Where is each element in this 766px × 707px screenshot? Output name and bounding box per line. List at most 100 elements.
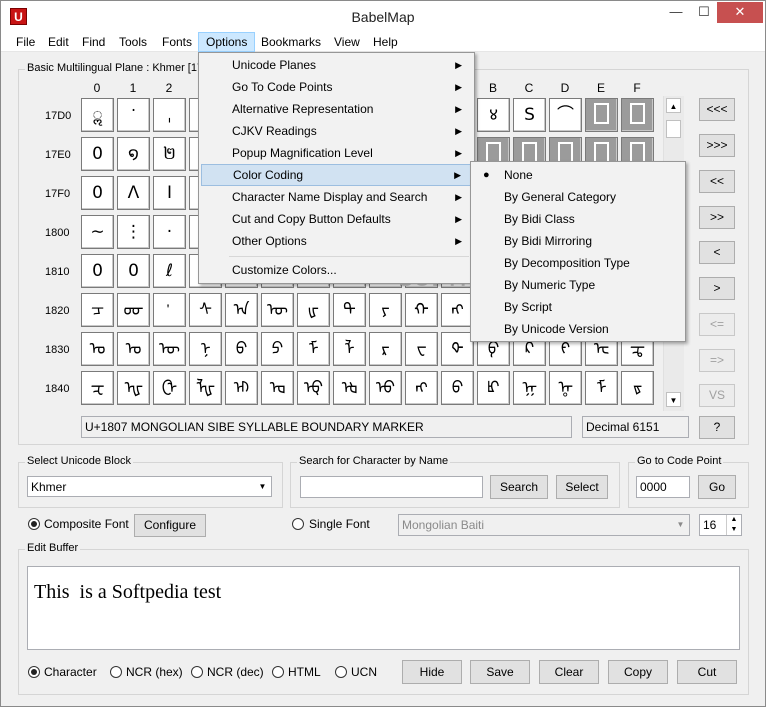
output-ncr-hex-radio[interactable] (110, 666, 122, 678)
search-button[interactable]: Search (490, 475, 548, 499)
character-cell[interactable]: ∼ (81, 215, 114, 249)
character-cell[interactable]: ᡊ (405, 371, 438, 405)
character-cell[interactable]: ᠤ (117, 332, 150, 366)
save-button[interactable]: Save (470, 660, 530, 684)
character-cell[interactable]: · (153, 215, 186, 249)
character-cell[interactable]: ᡇ (297, 371, 330, 405)
unicode-block-select[interactable]: Khmer ▼ (27, 476, 272, 497)
character-cell[interactable]: ໑ (117, 137, 150, 171)
nav-prev-block-button[interactable]: << (699, 170, 735, 193)
go-button[interactable]: Go (698, 475, 736, 499)
menu-item-color-numeric-type[interactable]: By Numeric Type (473, 274, 683, 296)
character-cell[interactable]: ᡌ (477, 371, 510, 405)
character-cell[interactable]: ॢ (81, 98, 114, 132)
character-cell[interactable]: ᠰ (189, 293, 222, 327)
minimize-button[interactable]: — (663, 2, 689, 23)
character-cell[interactable]: I (153, 176, 186, 210)
search-name-input[interactable] (300, 476, 483, 498)
character-cell[interactable]: ᠾ (117, 371, 150, 405)
menu-bookmarks[interactable]: Bookmarks (254, 32, 328, 52)
character-cell[interactable]: ℓ (153, 254, 186, 288)
character-cell[interactable]: ᡃ (153, 293, 186, 327)
scroll-thumb[interactable] (666, 120, 681, 138)
character-cell[interactable]: ᠥ (153, 332, 186, 366)
nav-last-block-button[interactable]: >>> (699, 134, 735, 157)
menu-item-color-decomposition-type[interactable]: By Decomposition Type (473, 252, 683, 274)
menu-edit[interactable]: Edit (41, 32, 76, 52)
copy-button[interactable]: Copy (608, 660, 668, 684)
character-cell[interactable]: ᠬ (405, 293, 438, 327)
character-cell[interactable]: Λ (117, 176, 150, 210)
character-cell[interactable]: 0 (117, 254, 150, 288)
character-cell[interactable]: ᡎ (549, 371, 582, 405)
character-cell[interactable] (621, 98, 654, 132)
character-cell[interactable]: ⌒ (549, 98, 582, 132)
character-cell[interactable]: ᡑ (621, 371, 654, 405)
character-cell[interactable]: ᠦ (261, 293, 294, 327)
close-button[interactable]: ✕ (717, 2, 763, 23)
character-cell[interactable]: ᡁ (297, 293, 330, 327)
menu-item-color-script[interactable]: By Script (473, 296, 683, 318)
character-cell[interactable]: ᠸ (405, 332, 438, 366)
character-cell[interactable]: ᠶ (369, 293, 402, 327)
configure-button[interactable]: Configure (134, 514, 206, 537)
character-cell[interactable]: ᠮ (297, 332, 330, 366)
output-ucn-radio[interactable] (335, 666, 347, 678)
character-cell[interactable]: ४ (477, 98, 510, 132)
menu-item-go-to-code-points[interactable]: Go To Code Points ▶ (201, 76, 472, 98)
menu-item-color-bidi-class[interactable]: By Bidi Class (473, 208, 683, 230)
character-cell[interactable]: 0 (81, 176, 114, 210)
composite-font-radio[interactable] (28, 518, 40, 530)
menu-item-unicode-planes[interactable]: Unicode Planes ▶ (201, 54, 472, 76)
output-ncr-dec-radio[interactable] (191, 666, 203, 678)
menu-view[interactable]: View (327, 32, 367, 52)
help-button[interactable]: ? (699, 416, 735, 439)
character-cell[interactable]: ˌ (153, 98, 186, 132)
single-font-select[interactable]: Mongolian Baiti ▼ (398, 514, 690, 536)
menu-item-color-bidi-mirroring[interactable]: By Bidi Mirroring (473, 230, 683, 252)
nav-prev-button[interactable]: < (699, 241, 735, 264)
edit-buffer-textarea[interactable]: This is a Softpedia test (27, 566, 740, 650)
nav-next-block-button[interactable]: >> (699, 206, 735, 229)
character-cell[interactable]: ᠣ (81, 332, 114, 366)
character-cell[interactable]: ॱ (117, 98, 150, 132)
character-cell[interactable]: ᠠ (225, 293, 258, 327)
nav-back-button[interactable]: <= (699, 313, 735, 336)
menu-item-popup-magnification-level[interactable]: Popup Magnification Level ▶ (201, 142, 472, 164)
character-cell[interactable]: ᠽ (81, 371, 114, 405)
font-size-spinner[interactable]: 16 ▲ ▼ (699, 514, 742, 536)
character-cell[interactable]: ᡉ (369, 371, 402, 405)
menu-item-cut-copy-defaults[interactable]: Cut and Copy Button Defaults ▶ (201, 208, 472, 230)
clear-button[interactable]: Clear (539, 660, 599, 684)
character-cell[interactable]: ᡂ (117, 293, 150, 327)
character-cell[interactable]: ᡅ (225, 371, 258, 405)
nav-first-block-button[interactable]: <<< (699, 98, 735, 121)
menu-options[interactable]: Options (198, 32, 256, 52)
menu-item-other-options[interactable]: Other Options ▶ (201, 230, 472, 252)
character-cell[interactable]: ᡆ (261, 371, 294, 405)
character-cell[interactable]: ᠲ (333, 293, 366, 327)
single-font-radio[interactable] (292, 518, 304, 530)
character-cell[interactable]: ⋮ (117, 215, 150, 249)
menu-fonts[interactable]: Fonts (155, 32, 199, 52)
character-cell[interactable] (585, 98, 618, 132)
character-cell[interactable]: 0 (81, 137, 114, 171)
output-character-radio[interactable] (28, 666, 40, 678)
menu-item-alternative-representation[interactable]: Alternative Representation ▶ (201, 98, 472, 120)
code-point-input[interactable]: 0000 (636, 476, 690, 498)
spin-up-icon[interactable]: ▲ (726, 515, 741, 525)
menu-item-color-none[interactable]: ● None (473, 164, 683, 186)
menu-item-color-general-category[interactable]: By General Category (473, 186, 683, 208)
menu-item-cjkv-readings[interactable]: CJKV Readings ▶ (201, 120, 472, 142)
scroll-down-arrow[interactable]: ▼ (666, 392, 681, 407)
variation-selector-button[interactable]: VS (699, 384, 735, 407)
character-cell[interactable]: ᡏ (585, 371, 618, 405)
character-cell[interactable]: ᡋ (441, 371, 474, 405)
nav-next-button[interactable]: > (699, 277, 735, 300)
menu-item-character-name-display[interactable]: Character Name Display and Search ▶ (201, 186, 472, 208)
character-cell[interactable]: ᠯ (333, 332, 366, 366)
menu-item-color-unicode-version[interactable]: By Unicode Version (473, 318, 683, 340)
character-cell[interactable]: ᠫ (261, 332, 294, 366)
hide-button[interactable]: Hide (402, 660, 462, 684)
chevron-down-icon[interactable]: ▼ (254, 477, 271, 496)
